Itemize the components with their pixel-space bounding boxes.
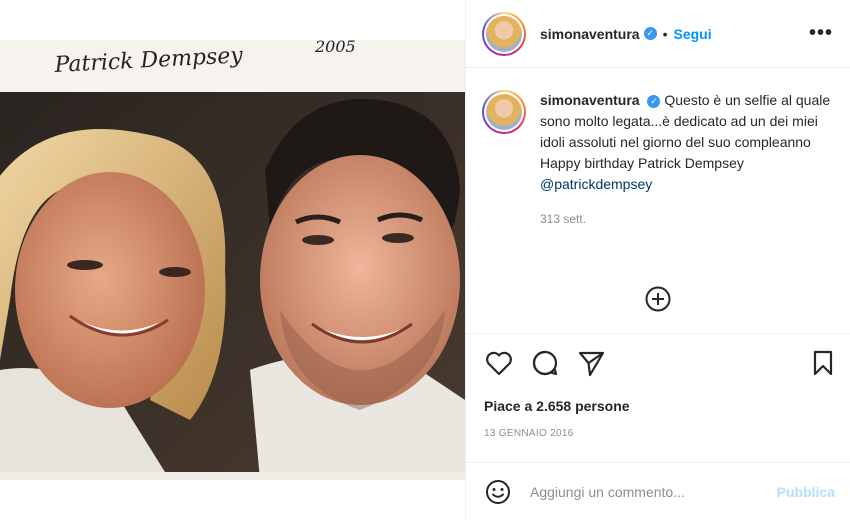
- caption-mention-link[interactable]: @patrickdempsey: [540, 174, 837, 195]
- save-bookmark-icon[interactable]: [808, 348, 838, 378]
- post-media[interactable]: Patrick Dempsey 2005: [0, 0, 465, 520]
- post-sidebar: simonaventura ✓ • Segui ••• simonaventur…: [465, 0, 850, 520]
- verified-badge-icon: ✓: [647, 94, 661, 108]
- verified-badge-icon: ✓: [643, 27, 657, 40]
- emoji-icon[interactable]: [484, 478, 512, 506]
- like-heart-icon[interactable]: [484, 348, 514, 378]
- post-date[interactable]: 13 GENNAIO 2016: [484, 428, 574, 439]
- author-username[interactable]: simonaventura: [540, 26, 640, 42]
- more-options-icon[interactable]: •••: [809, 22, 833, 45]
- caption-birthday-line: Happy birthday Patrick Dempsey: [540, 155, 744, 171]
- caption-body: simonaventura ✓ Questo è un selfie al qu…: [540, 90, 837, 230]
- author-avatar[interactable]: [482, 11, 526, 56]
- separator-dot: •: [662, 25, 668, 42]
- post-header: simonaventura ✓ • Segui •••: [466, 0, 850, 68]
- photo-year: 2005: [314, 40, 356, 56]
- caption-time-ago[interactable]: 313 sett.: [540, 209, 837, 230]
- caption-username[interactable]: simonaventura: [540, 92, 640, 108]
- load-more-comments-icon[interactable]: [644, 285, 672, 313]
- follow-button[interactable]: Segui: [674, 26, 712, 42]
- share-send-icon[interactable]: [576, 348, 606, 378]
- selfie-photo-illustration: Patrick Dempsey 2005: [0, 40, 465, 480]
- avatar-image: [486, 94, 522, 130]
- likes-count[interactable]: Piace a 2.658 persone: [484, 398, 630, 414]
- post-caption: simonaventura ✓ Questo è un selfie al qu…: [482, 90, 837, 230]
- comment-bar: Pubblica: [466, 462, 850, 520]
- post-actions: [466, 333, 850, 393]
- caption-author-avatar[interactable]: [482, 90, 526, 134]
- comment-bubble-icon[interactable]: [530, 348, 560, 378]
- comment-input[interactable]: [530, 483, 760, 500]
- post-photo[interactable]: Patrick Dempsey 2005: [0, 40, 465, 480]
- publish-button[interactable]: Pubblica: [777, 484, 835, 500]
- avatar-image: [486, 15, 522, 52]
